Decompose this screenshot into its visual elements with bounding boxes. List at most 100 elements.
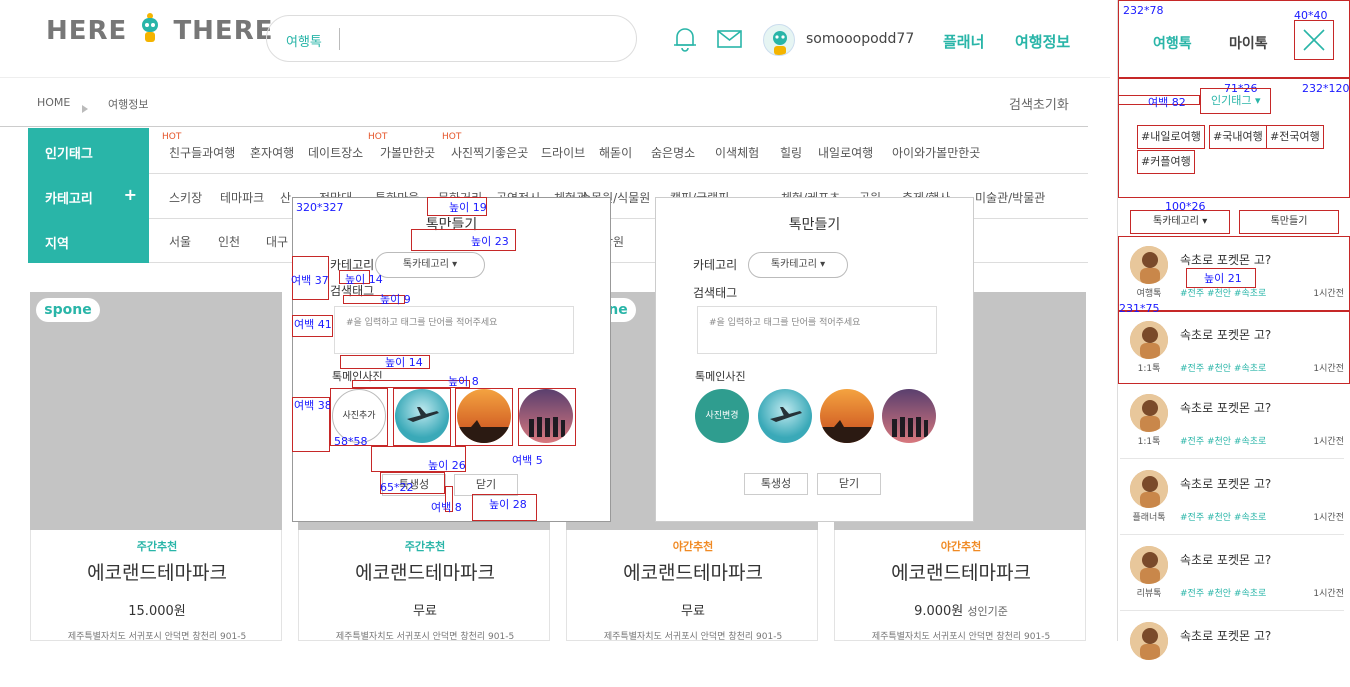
feed-title[interactable]: 속초로 포켓몬 고?	[1180, 251, 1271, 268]
feed-avatar	[1130, 546, 1168, 584]
feed-title[interactable]: 속초로 포켓몬 고?	[1180, 551, 1271, 568]
feed-avatar	[1130, 394, 1168, 432]
close-modal-button[interactable]: 닫기	[817, 473, 881, 495]
region-tag[interactable]: 대구	[266, 233, 288, 250]
feed-item[interactable]: 속초로 포켓몬 고? 1:1톡 #전주 #천안 #속초로 1시간전	[1120, 384, 1344, 459]
filter-popular-head: 인기태그	[28, 128, 149, 173]
site-logo[interactable]: HERE THERE	[46, 12, 273, 46]
card-body[interactable]: 야간추천 에코랜드테마파크 무료 제주특별자치도 서귀포시 안덕면 창천리 90…	[566, 530, 819, 642]
filter-region-label: 지역	[45, 237, 69, 252]
header-divider	[0, 77, 1110, 78]
chevron-down-icon: ▾	[820, 259, 826, 270]
popular-tag[interactable]: 아이와가볼만한곳	[892, 144, 980, 161]
tab-my-talk[interactable]: 마이톡	[1229, 33, 1268, 53]
region-tag[interactable]: 인천	[218, 233, 240, 250]
tag-input[interactable]: #을 입력하고 태그를 단어를 적어주세요	[697, 306, 937, 354]
category-tag[interactable]: 테마파크	[220, 189, 264, 206]
create-talk-button[interactable]: 톡생성	[744, 473, 808, 495]
feed-avatar	[1130, 321, 1168, 359]
feed-time: 1시간전	[1313, 513, 1344, 523]
tag-chip[interactable]: #국내여행	[1209, 125, 1267, 149]
talk-category-dropdown-label: 톡카테고리	[1153, 216, 1199, 227]
popular-tag[interactable]: 이색체험	[715, 144, 759, 161]
feed-tags: #전주 #천안 #속초로	[1180, 289, 1267, 299]
popular-tag[interactable]: 친구들과여행	[169, 144, 235, 161]
breadcrumb-home[interactable]: HOME	[37, 96, 70, 109]
tab-travel-talk[interactable]: 여행톡	[1153, 33, 1192, 53]
card-label: 주간추천	[404, 540, 446, 553]
tag-chip[interactable]: #커플여행	[1137, 150, 1195, 174]
spec-label: 높이 28	[489, 498, 527, 511]
popular-tag[interactable]: 해돋이	[599, 144, 632, 161]
card-title[interactable]: 에코랜드테마파크	[835, 558, 1087, 585]
feed-item[interactable]: 속초로 포켓몬 고? 1:1톡 #전주 #천안 #속초로 1시간전	[1120, 311, 1344, 386]
card-body[interactable]: 주간추천 에코랜드테마파크 무료 제주특별자치도 서귀포시 안덕면 창천리 90…	[298, 530, 551, 642]
feed-item[interactable]: 속초로 포켓몬 고? 여행톡 #전주 #천안 #속초로 1시간전	[1120, 236, 1344, 311]
popular-tag[interactable]: 사진찍기좋은곳	[451, 144, 528, 161]
bell-icon[interactable]	[673, 26, 697, 56]
spec-label: 높이 14	[345, 273, 383, 286]
feed-item[interactable]: 속초로 포켓몬 고?	[1120, 612, 1344, 687]
photo-airplane-2[interactable]	[758, 389, 812, 443]
filter-category-head[interactable]: 카테고리 +	[28, 173, 149, 218]
spec-label: 여백 8	[431, 501, 462, 514]
talk-category-value: 톡카테고리	[770, 259, 817, 270]
tag-label: 검색태그	[693, 286, 738, 300]
close-icon[interactable]	[1294, 20, 1334, 60]
user-avatar[interactable]	[763, 24, 795, 56]
reset-search-link[interactable]: 검색초기화	[1009, 94, 1069, 113]
mascot-icon	[139, 12, 161, 44]
make-talk-button[interactable]: 톡만들기	[1239, 210, 1339, 234]
popular-tag[interactable]: 가볼만한곳	[380, 144, 435, 161]
category-tag[interactable]: 스키장	[169, 189, 202, 206]
category-tag[interactable]: 산	[280, 189, 291, 206]
tag-chip[interactable]: #전국여행	[1266, 125, 1324, 149]
category-label: 카테고리	[693, 258, 738, 272]
card-title[interactable]: 에코랜드테마파크	[31, 558, 283, 585]
plus-icon[interactable]: +	[124, 185, 137, 204]
tag-chip[interactable]: #내일로여행	[1137, 125, 1205, 149]
popular-tag[interactable]: 드라이브	[541, 144, 585, 161]
feed-title[interactable]: 속초로 포켓몬 고?	[1180, 326, 1271, 343]
hot-badge: HOT	[442, 132, 462, 142]
mail-icon[interactable]	[717, 30, 742, 52]
feed-tags: #전주 #천안 #속초로	[1180, 513, 1267, 523]
username[interactable]: somooopodd77	[806, 31, 914, 47]
card-body[interactable]: 주간추천 에코랜드테마파크 15.000원 제주특별자치도 서귀포시 안덕면 창…	[30, 530, 283, 642]
popular-tag[interactable]: 내일로여행	[818, 144, 873, 161]
feed-category: 1:1톡	[1137, 437, 1161, 447]
region-tag[interactable]: 서울	[169, 233, 191, 250]
create-talk-modal: 톡만들기 카테고리 톡카테고리 ▾ 검색태그 #을 입력하고 태그를 단어를 적…	[655, 197, 974, 522]
feed-item[interactable]: 속초로 포켓몬 고? 플래너톡 #전주 #천안 #속초로 1시간전	[1120, 460, 1344, 535]
feed-title[interactable]: 속초로 포켓몬 고?	[1180, 399, 1271, 416]
card-title[interactable]: 에코랜드테마파크	[567, 558, 819, 585]
feed-item[interactable]: 속초로 포켓몬 고? 리뷰톡 #전주 #천안 #속초로 1시간전	[1120, 536, 1344, 611]
feed-title[interactable]: 속초로 포켓몬 고?	[1180, 475, 1271, 492]
card-body[interactable]: 야간추천 에코랜드테마파크 9.000원 성인기준 제주특별자치도 서귀포시 안…	[834, 530, 1087, 642]
card-image[interactable]: spone	[30, 292, 282, 530]
popular-tag[interactable]: 숨은명소	[651, 144, 695, 161]
popular-tag-dropdown[interactable]: 인기태그 ▾	[1200, 88, 1271, 114]
change-photo-button[interactable]: 사진변경	[695, 389, 749, 443]
spec-label: 여백 5	[512, 454, 543, 467]
talk-category-select[interactable]: 톡카테고리 ▾	[748, 252, 848, 278]
photo-sunset-2[interactable]	[820, 389, 874, 443]
nav-travel-info[interactable]: 여행정보	[1015, 31, 1070, 52]
card-price-value: 무료	[681, 604, 705, 619]
card-price-note: 성인기준	[967, 605, 1008, 618]
category-tag[interactable]: 미술관/박물관	[975, 189, 1045, 206]
spec-label: 높이 14	[385, 356, 423, 369]
popular-tag[interactable]: 혼자여행	[250, 144, 294, 161]
popular-tag[interactable]: 힐링	[780, 144, 802, 161]
popular-tag[interactable]: 데이트장소	[308, 144, 363, 161]
spec-label: 320*327	[296, 201, 344, 214]
talk-category-dropdown[interactable]: 톡카테고리 ▾	[1130, 210, 1230, 234]
spec-label: 높이 8	[448, 375, 479, 388]
feed-title[interactable]: 속초로 포켓몬 고?	[1180, 627, 1271, 644]
photo-group-2[interactable]	[882, 389, 936, 443]
nav-planner[interactable]: 플래너	[943, 31, 984, 52]
popular-tag-dropdown-label: 인기태그	[1211, 94, 1252, 107]
logo-text-left: HERE	[46, 16, 128, 46]
card-title[interactable]: 에코랜드테마파크	[299, 558, 551, 585]
search-category-label[interactable]: 여행톡	[286, 31, 322, 50]
